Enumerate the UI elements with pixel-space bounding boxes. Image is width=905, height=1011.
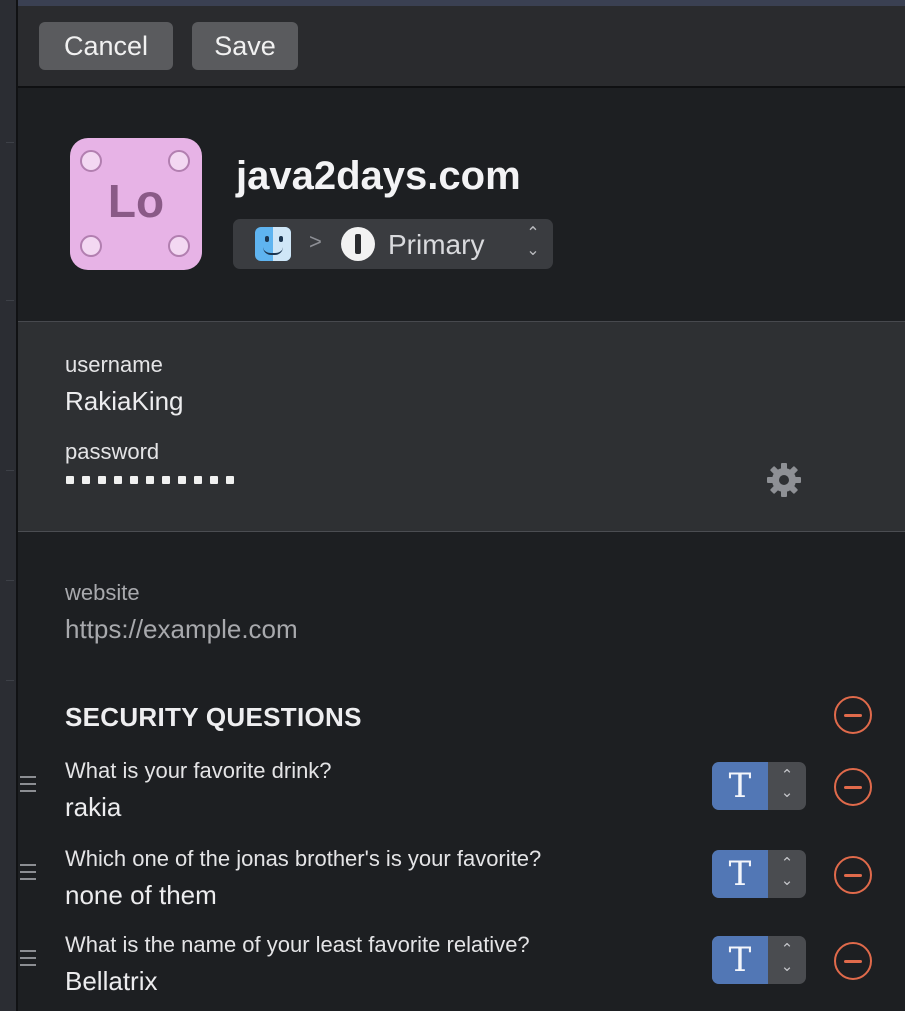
security-question-row: What is the name of your least favorite … — [18, 928, 905, 1011]
icon-dot — [80, 235, 102, 257]
1password-icon — [341, 227, 375, 261]
security-question-row: What is your favorite drink? rakia T ⌃ ⌄ — [18, 754, 905, 842]
up-down-chevron-icon: ⌃ ⌄ — [780, 855, 794, 889]
remove-section-icon[interactable] — [834, 696, 872, 734]
question-text[interactable]: Which one of the jonas brother's is your… — [65, 846, 541, 872]
credentials-panel: username RakiaKing password — [18, 321, 905, 532]
edge-tick — [6, 142, 14, 143]
toolbar: Cancel Save — [18, 0, 905, 88]
item-icon[interactable]: Lo — [70, 138, 202, 270]
cancel-button[interactable]: Cancel — [39, 22, 173, 70]
website-field[interactable]: https://example.com — [65, 614, 298, 645]
details-section: website https://example.com SECURITY QUE… — [18, 532, 905, 1011]
up-down-chevron-icon: ⌃ ⌄ — [780, 767, 794, 801]
icon-dot — [80, 150, 102, 172]
question-text[interactable]: What is your favorite drink? — [65, 758, 332, 784]
password-field[interactable] — [66, 476, 234, 484]
save-button[interactable]: Save — [192, 22, 298, 70]
up-down-chevron-icon: ⌃ ⌄ — [780, 941, 794, 975]
icon-dot — [168, 150, 190, 172]
answer-field[interactable]: rakia — [65, 792, 121, 823]
security-questions-title: SECURITY QUESTIONS — [65, 702, 362, 732]
vault-name: Primary — [388, 229, 485, 260]
website-label: website — [65, 580, 140, 605]
username-field[interactable]: RakiaKing — [65, 386, 184, 417]
remove-question-icon[interactable] — [834, 768, 872, 806]
gear-icon[interactable] — [764, 460, 804, 500]
drag-handle-icon[interactable] — [20, 950, 36, 970]
remove-question-icon[interactable] — [834, 942, 872, 980]
item-icon-text: Lo — [107, 175, 165, 227]
password-label: password — [65, 439, 160, 464]
security-question-row: Which one of the jonas brother's is your… — [18, 842, 905, 930]
item-header: Lo java2days.com > Primary ⌃ ⌄ — [18, 88, 905, 321]
edge-tick — [6, 680, 14, 681]
edge-tick — [6, 300, 14, 301]
icon-dot — [168, 235, 190, 257]
item-title[interactable]: java2days.com — [236, 154, 521, 199]
finder-icon — [255, 227, 291, 261]
field-type-selector[interactable]: T ⌃ ⌄ — [712, 762, 806, 810]
chevron-right-icon: > — [309, 229, 322, 254]
field-type-selector[interactable]: T ⌃ ⌄ — [712, 850, 806, 898]
vault-selector[interactable]: > Primary ⌃ ⌄ — [233, 219, 553, 269]
drag-handle-icon[interactable] — [20, 864, 36, 884]
window-left-edge — [0, 0, 18, 1011]
answer-field[interactable]: none of them — [65, 880, 217, 911]
edge-tick — [6, 470, 14, 471]
edge-tick — [6, 580, 14, 581]
question-text[interactable]: What is the name of your least favorite … — [65, 932, 530, 958]
text-type-icon: T — [712, 936, 768, 984]
answer-field[interactable]: Bellatrix — [65, 966, 157, 997]
drag-handle-icon[interactable] — [20, 776, 36, 796]
remove-question-icon[interactable] — [834, 856, 872, 894]
text-type-icon: T — [712, 850, 768, 898]
up-down-chevron-icon: ⌃ ⌄ — [526, 225, 540, 259]
field-type-selector[interactable]: T ⌃ ⌄ — [712, 936, 806, 984]
text-type-icon: T — [712, 762, 768, 810]
username-label: username — [65, 352, 163, 377]
